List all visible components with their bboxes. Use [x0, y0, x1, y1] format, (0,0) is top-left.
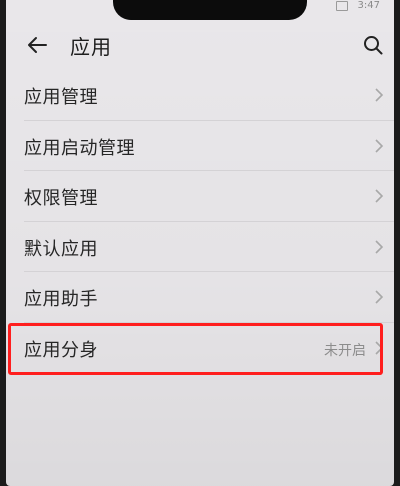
list-item-app-assistant[interactable]: 应用助手 [6, 272, 394, 323]
list-item-label: 应用助手 [24, 289, 98, 310]
battery-icon [336, 1, 348, 11]
back-arrow-icon[interactable] [26, 34, 48, 56]
chevron-right-icon [375, 138, 384, 153]
list-item-label: 应用分身 [24, 339, 98, 361]
list-item-label: 默认应用 [24, 238, 98, 260]
chevron-right-icon [375, 239, 384, 254]
list-item-startup-management[interactable]: 应用启动管理 [6, 121, 394, 172]
status-time: 3:47 [357, 0, 380, 11]
status-value: 未开启 [324, 342, 366, 359]
settings-list: 应用管理 应用启动管理 权限管理 默认应用 应用助手 应用分身 未开启 [6, 70, 394, 373]
chevron-right-icon [375, 290, 384, 304]
phone-screen: 3:47 应用 应用管理 应用启动管理 权限管理 默认应用 应用助手 应用分身 … [6, 0, 394, 486]
chevron-right-icon [375, 88, 384, 102]
app-header: 应用 [6, 28, 394, 64]
list-item-label: 权限管理 [24, 188, 98, 209]
search-icon[interactable] [362, 34, 384, 56]
camera-notch [113, 0, 307, 20]
chevron-right-icon [375, 340, 384, 355]
list-item-default-apps[interactable]: 默认应用 [6, 222, 394, 273]
chevron-right-icon [375, 189, 384, 203]
list-item-label: 应用启动管理 [24, 137, 135, 159]
list-item-permission-management[interactable]: 权限管理 [6, 171, 394, 222]
list-item-app-management[interactable]: 应用管理 [6, 70, 394, 121]
list-item-app-twin[interactable]: 应用分身 未开启 [6, 323, 394, 374]
phone-frame: 3:47 应用 应用管理 应用启动管理 权限管理 默认应用 应用助手 应用分身 … [0, 0, 400, 486]
page-title: 应用 [70, 35, 112, 59]
list-item-label: 应用管理 [24, 87, 98, 108]
